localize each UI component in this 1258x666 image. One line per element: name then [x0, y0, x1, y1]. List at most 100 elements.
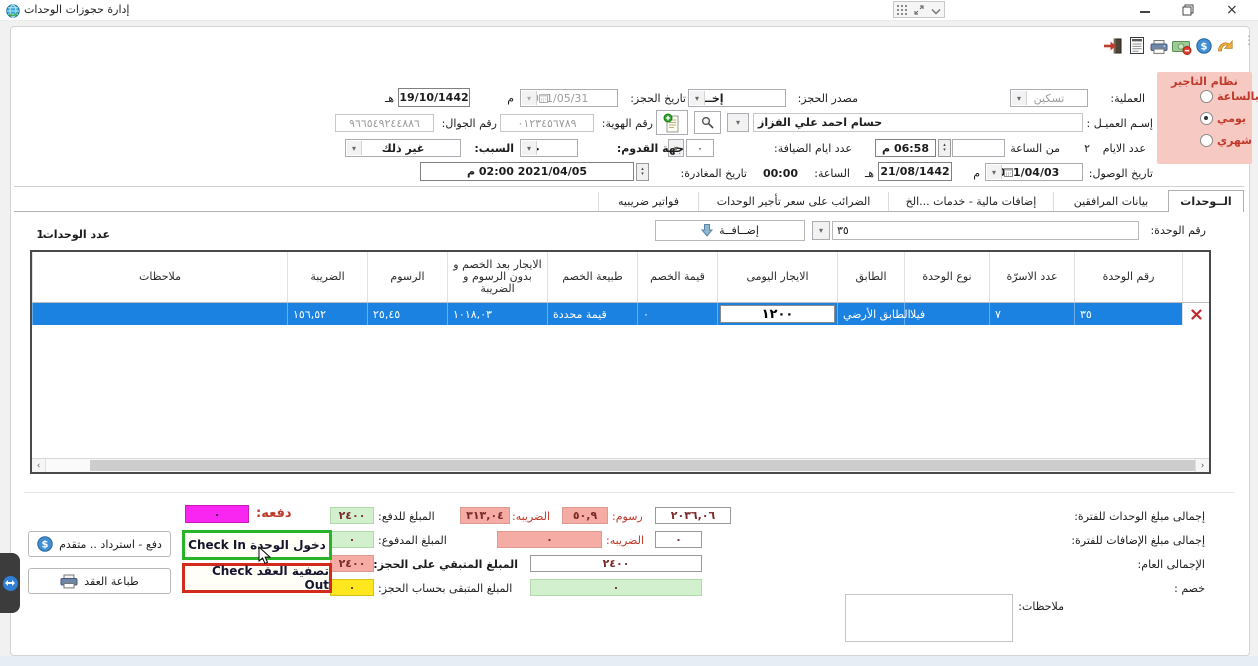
column-header-unit-type[interactable]: نوع الوحدة: [904, 252, 989, 302]
from-hour-empty-field[interactable]: [952, 139, 1005, 157]
paid-amount-field[interactable]: ٠: [330, 531, 374, 548]
column-header-tax[interactable]: الضريبة: [287, 252, 367, 302]
chevron-down-icon[interactable]: [931, 0, 941, 19]
arrival-from-select[interactable]: جو ▾: [520, 139, 578, 157]
cell-unit-type[interactable]: فيلا: [904, 303, 989, 325]
toolbar-overflow-icon[interactable]: ⋮: [1243, 37, 1255, 43]
close-icon[interactable]: ×: [1226, 2, 1238, 18]
column-header-fees[interactable]: الرسوم: [367, 252, 447, 302]
check-in-button[interactable]: دخول الوحدة Check In: [182, 530, 332, 560]
minimize-button[interactable]: [1140, 7, 1150, 13]
grand-total-field[interactable]: ٢٤٠٠: [530, 555, 702, 572]
departure-spinner[interactable]: ▴ ▾: [636, 163, 649, 181]
money-minus-icon[interactable]: [1172, 40, 1192, 59]
account-remaining-field[interactable]: ٠: [330, 579, 374, 596]
tab-companions[interactable]: بيانات المرافقين: [1053, 192, 1168, 211]
cell-discount-value[interactable]: ٠: [637, 303, 717, 325]
scroll-right-icon[interactable]: ›: [1195, 459, 1209, 472]
grid-icon[interactable]: [897, 0, 907, 19]
radio-circle[interactable]: [1200, 134, 1213, 147]
cell-beds[interactable]: ٧: [989, 303, 1074, 325]
printer-icon[interactable]: [1150, 39, 1168, 58]
booking-hijri-date[interactable]: 19/10/1442: [398, 88, 470, 107]
days-count-value[interactable]: ٢: [1055, 142, 1090, 155]
undo-icon[interactable]: [1216, 38, 1234, 57]
total-units-field[interactable]: ٢٠٣٦,٠٦: [655, 507, 731, 524]
operation-select[interactable]: تسكين ▾: [1010, 89, 1088, 107]
total-additions-field[interactable]: ٠: [655, 531, 702, 548]
dropdown-arrow-icon[interactable]: ▾: [522, 91, 537, 105]
reason-select[interactable]: غير ذلك ▾: [345, 139, 461, 157]
id-number-field[interactable]: ٠١٢٣٤٥٦٧٨٩: [500, 114, 594, 132]
radio-circle[interactable]: [1200, 90, 1213, 103]
cell-unit-number[interactable]: ٣٥: [1074, 303, 1182, 325]
booking-source-select[interactable]: إخــتر ▾: [688, 89, 786, 107]
radio-monthly[interactable]: شهري: [1200, 134, 1252, 147]
cell-floor[interactable]: الطابق الأرضي: [837, 303, 904, 325]
spinner-down-icon[interactable]: ▾: [943, 148, 946, 153]
unit-number-dropdown[interactable]: ▾: [812, 221, 830, 240]
hour-spinner[interactable]: ▴ ▾: [938, 139, 951, 157]
hospitality-days-field[interactable]: ٠: [686, 139, 714, 157]
unit-number-combobox[interactable]: ٣٥: [832, 221, 1139, 240]
payment-field[interactable]: ٠: [185, 505, 249, 523]
notes-textarea[interactable]: [845, 594, 1013, 642]
scroll-left-icon[interactable]: ‹: [32, 459, 46, 472]
column-header-unit-number[interactable]: رقم الوحدة: [1074, 252, 1182, 302]
calendar-icon[interactable]: [1002, 166, 1015, 178]
pay-refund-button[interactable]: دفع - استرداد .. متقدم $: [28, 531, 171, 557]
daily-rent-editor[interactable]: ١٢٠٠: [720, 305, 835, 323]
arrival-date-picker[interactable]: 2021/04/03 ▾: [985, 163, 1083, 181]
print-contract-button[interactable]: طباعة العقد: [28, 568, 171, 594]
radio-daily[interactable]: يومي: [1200, 112, 1246, 125]
column-header-floor[interactable]: الطابق: [837, 252, 904, 302]
dropdown-arrow-icon[interactable]: ▾: [1012, 91, 1027, 105]
column-header-discount-value[interactable]: قيمة الخصم: [637, 252, 717, 302]
tab-financial-additions[interactable]: إضافات مالية - خدمات ...الخ: [888, 192, 1053, 211]
add-unit-button[interactable]: إضــافــة: [655, 220, 805, 241]
dropdown-arrow-icon[interactable]: ▾: [987, 165, 1002, 179]
customer-search-button[interactable]: [694, 111, 721, 134]
column-header-beds[interactable]: عدد الاسرّة: [989, 252, 1074, 302]
tab-rental-taxes[interactable]: الضرائب على سعر تأجير الوحدات: [698, 192, 888, 211]
calendar-icon[interactable]: [537, 92, 550, 104]
remaining-amount-field[interactable]: ٢٤٠٠: [330, 555, 374, 572]
dollar-coin-icon[interactable]: $: [1196, 38, 1212, 58]
exit-icon[interactable]: [1103, 38, 1123, 58]
remote-support-tab[interactable]: [0, 553, 20, 613]
column-header-notes[interactable]: ملاحظات: [32, 252, 287, 302]
restore-button[interactable]: [1182, 4, 1194, 20]
cell-daily-rent[interactable]: ١٢٠٠: [717, 303, 837, 325]
tab-tax-invoices[interactable]: فواتير ضريبيه: [598, 192, 698, 211]
radio-circle-selected[interactable]: [1200, 112, 1213, 125]
additions-tax-field[interactable]: ٠: [497, 531, 602, 548]
mobile-number-field[interactable]: ٩٦٦٥٤٩٢٤٤٨٨٦: [335, 114, 434, 132]
column-header-net-rent[interactable]: الايجار بعد الخصم و بدون الرسوم و الضريب…: [447, 252, 547, 302]
spinner-down-icon[interactable]: ▾: [641, 172, 644, 177]
fees-field[interactable]: ٥٠,٩: [562, 507, 608, 524]
from-hour-value-field[interactable]: 06:58 م: [875, 139, 936, 157]
dropdown-arrow-icon[interactable]: ▾: [522, 141, 537, 155]
cell-tax[interactable]: ١٥٦,٥٢: [287, 303, 367, 325]
check-out-button[interactable]: تصفية العقد Check Out: [182, 563, 332, 593]
cell-fees[interactable]: ٢٥,٤٥: [367, 303, 447, 325]
dropdown-arrow-icon[interactable]: ▾: [690, 91, 705, 105]
expand-icon[interactable]: [914, 0, 924, 19]
delete-row-button[interactable]: [1182, 303, 1209, 325]
customer-name-field[interactable]: حسام احمد علي الفزاز: [753, 113, 1083, 132]
booking-date-picker[interactable]: 2021/05/31 ▾: [520, 89, 618, 107]
arrival-hijri-date[interactable]: 21/08/1442: [878, 162, 952, 181]
discount-field[interactable]: ٠: [530, 579, 702, 596]
new-customer-button[interactable]: [656, 110, 688, 135]
column-header-discount-type[interactable]: طبيعة الخصم: [547, 252, 637, 302]
report-icon[interactable]: [1130, 37, 1144, 58]
radio-hourly[interactable]: بالساعة: [1200, 90, 1258, 103]
tab-units[interactable]: الــوحدات: [1168, 190, 1244, 212]
scrollbar-thumb[interactable]: [90, 460, 1195, 471]
pay-amount-field[interactable]: ٢٤٠٠: [330, 507, 374, 524]
table-horizontal-scrollbar[interactable]: ‹ ›: [32, 458, 1209, 472]
departure-date-field[interactable]: 2021/04/05 02:00 م: [420, 162, 634, 181]
cell-discount-type[interactable]: قيمة محددة: [547, 303, 637, 325]
column-header-daily-rent[interactable]: الايجار اليومى: [717, 252, 837, 302]
table-row-selected[interactable]: ٣٥ ٧ فيلا الطابق الأرضي ١٢٠٠ ٠ قيمة محدد…: [32, 303, 1209, 325]
